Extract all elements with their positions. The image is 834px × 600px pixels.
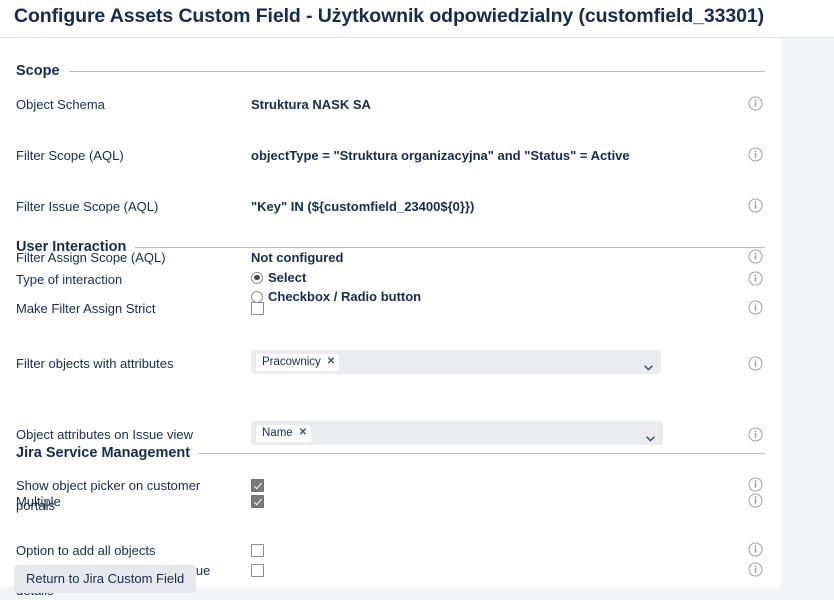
chip-remove-icon[interactable]: ✕ [327, 357, 335, 367]
row-object-schema: Object Schema Struktura NASK SA [0, 92, 781, 117]
row-filter-objects-with-attributes: Filter objects with attributes Pracownic… [0, 350, 781, 380]
chip-label: Name [262, 427, 293, 439]
chip-remove-icon[interactable]: ✕ [299, 428, 307, 438]
row-label-show-object-picker: Show object picker on customer portals [16, 478, 201, 513]
row-filter-issue-scope: Filter Issue Scope (AQL) "Key" IN (${cus… [0, 194, 781, 219]
page-title: Configure Assets Custom Field - Użytkown… [14, 5, 765, 27]
radio-option-select[interactable]: Select [251, 269, 421, 286]
row-value-filter-issue-scope: "Key" IN (${customfield_23400${0}}) [251, 199, 475, 214]
chevron-down-icon[interactable] [646, 429, 655, 442]
chevron-down-icon[interactable] [644, 358, 653, 371]
page-header: Configure Assets Custom Field - Użytkown… [0, 0, 834, 38]
row-label-filter-scope: Filter Scope (AQL) [16, 148, 124, 163]
info-icon-type-of-interaction[interactable] [748, 271, 763, 286]
section-heading-jira-service-management: Jira Service Management [16, 442, 765, 464]
radio-button-select[interactable] [251, 271, 263, 284]
section-jira-service-management: Jira Service Management Show object pick… [0, 442, 781, 598]
right-gutter [781, 38, 834, 587]
multiselect-filter-objects-with-attributes[interactable]: Pracownicy ✕ [251, 350, 661, 374]
info-icon-object-schema[interactable] [748, 96, 763, 111]
section-heading-jsm-label: Jira Service Management [16, 445, 191, 461]
row-label-type-of-interaction: Type of interaction [16, 272, 123, 287]
checkbox-force-show-customer-issue[interactable] [251, 564, 264, 578]
content-panel: Scope Object Schema Struktura NASK SA Fi… [0, 38, 781, 598]
section-scope: Scope Object Schema Struktura NASK SA Fi… [0, 60, 781, 316]
row-value-filter-scope: objectType = "Struktura organizacyjna" a… [251, 148, 630, 163]
info-icon-filter-issue-scope[interactable] [748, 198, 763, 213]
section-heading-user-interaction: User Interaction [16, 236, 765, 258]
row-type-of-interaction: Type of interaction Select Checkbox / Ra… [0, 267, 781, 307]
configure-assets-custom-field-page: Configure Assets Custom Field - Użytkown… [0, 0, 834, 598]
info-icon-force-show-customer-issue[interactable] [748, 562, 763, 577]
checkbox-show-object-picker[interactable] [251, 479, 264, 493]
section-heading-scope: Scope [16, 60, 765, 82]
section-user-interaction: User Interaction Type of interaction Sel… [0, 236, 781, 558]
section-divider [199, 452, 765, 454]
row-label-filter-issue-scope: Filter Issue Scope (AQL) [16, 199, 159, 214]
section-heading-user-interaction-label: User Interaction [16, 239, 127, 255]
row-show-object-picker: Show object picker on customer portals [0, 473, 781, 515]
radio-label-checkbox-radio: Checkbox / Radio button [268, 289, 422, 304]
radio-group-type-of-interaction: Select Checkbox / Radio button [251, 269, 421, 307]
row-filter-scope: Filter Scope (AQL) objectType = "Struktu… [0, 143, 781, 168]
return-to-jira-custom-field-button[interactable]: Return to Jira Custom Field [14, 565, 197, 593]
chip-label: Pracownicy [262, 356, 321, 368]
radio-label-select: Select [268, 270, 307, 285]
section-divider [68, 70, 765, 72]
section-divider [135, 246, 765, 248]
chip-object-attribute[interactable]: Name ✕ [256, 424, 312, 442]
row-label-filter-objects-with-attributes: Filter objects with attributes [16, 356, 174, 371]
info-icon-show-object-picker[interactable] [748, 477, 763, 492]
row-value-object-schema: Struktura NASK SA [251, 97, 371, 112]
info-icon-object-attributes-on-issue-view[interactable] [748, 427, 763, 442]
chip-filter-objects-attribute[interactable]: Pracownicy ✕ [256, 353, 340, 371]
info-icon-filter-scope[interactable] [748, 147, 763, 162]
info-icon-filter-objects-with-attributes[interactable] [748, 356, 763, 371]
radio-button-checkbox-radio[interactable] [251, 290, 263, 303]
row-label-object-schema: Object Schema [16, 97, 105, 112]
radio-option-checkbox-radio[interactable]: Checkbox / Radio button [251, 288, 421, 305]
section-heading-scope-label: Scope [16, 63, 60, 79]
